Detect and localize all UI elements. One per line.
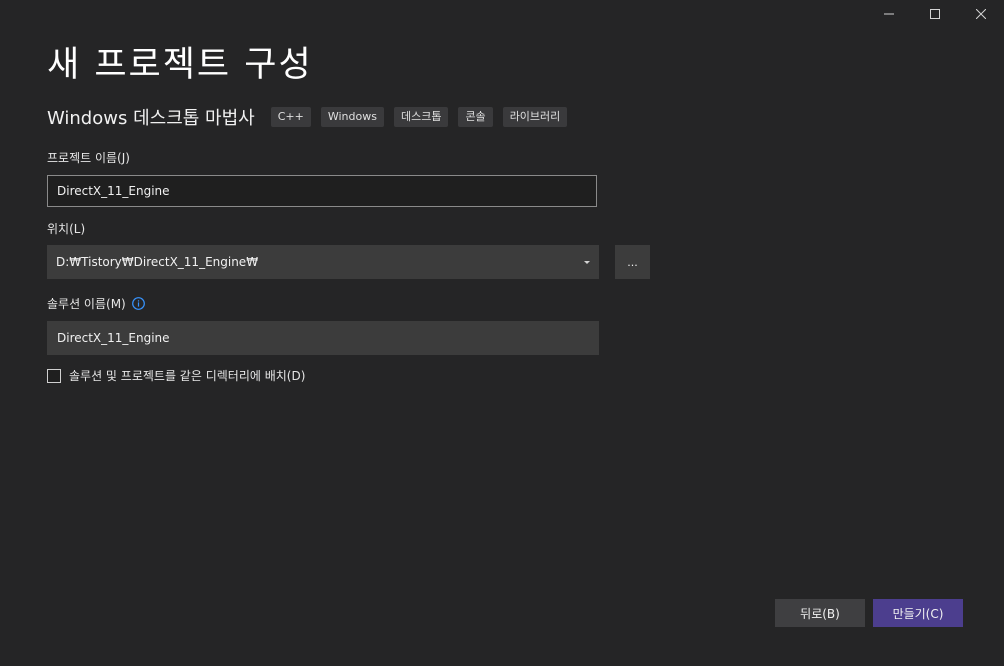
page-title: 새 프로젝트 구성 [47, 45, 313, 85]
solution-name-label: 솔루션 이름(M) [47, 297, 126, 311]
browse-button[interactable]: ... [615, 245, 650, 279]
maximize-icon [930, 9, 940, 19]
minimize-button[interactable] [866, 0, 912, 28]
info-icon[interactable] [131, 297, 145, 310]
location-value: D:₩Tistory₩DirectX_11_Engine₩ [56, 255, 259, 269]
location-combobox[interactable]: D:₩Tistory₩DirectX_11_Engine₩ [47, 245, 599, 279]
tag-library: 라이브러리 [502, 107, 568, 127]
project-name-label: 프로젝트 이름(J) [47, 151, 130, 165]
window-controls [866, 0, 1004, 28]
same-directory-label: 솔루션 및 프로젝트를 같은 디렉터리에 배치(D) [69, 369, 306, 383]
chevron-down-icon[interactable] [584, 260, 590, 264]
tag-console: 콘솔 [458, 107, 493, 127]
minimize-icon [884, 13, 894, 15]
close-button[interactable] [958, 0, 1004, 28]
close-icon [976, 9, 986, 19]
location-label: 위치(L) [47, 222, 86, 236]
template-info: Windows 데스크톱 마법사 C++ Windows 데스크톱 콘솔 라이브… [47, 104, 577, 130]
tag-cpp: C++ [270, 107, 311, 127]
same-directory-option[interactable]: 솔루션 및 프로젝트를 같은 디렉터리에 배치(D) [47, 367, 305, 384]
solution-name-label-row: 솔루션 이름(M) [47, 295, 145, 312]
project-name-input[interactable] [47, 175, 597, 207]
tag-windows: Windows [320, 107, 384, 127]
create-button[interactable]: 만들기(C) [873, 599, 963, 627]
tag-desktop: 데스크톱 [393, 107, 449, 127]
template-name: Windows 데스크톱 마법사 [47, 108, 255, 129]
solution-name-input[interactable] [47, 321, 599, 355]
back-button[interactable]: 뒤로(B) [775, 599, 865, 627]
maximize-button[interactable] [912, 0, 958, 28]
same-directory-checkbox[interactable] [47, 368, 61, 383]
